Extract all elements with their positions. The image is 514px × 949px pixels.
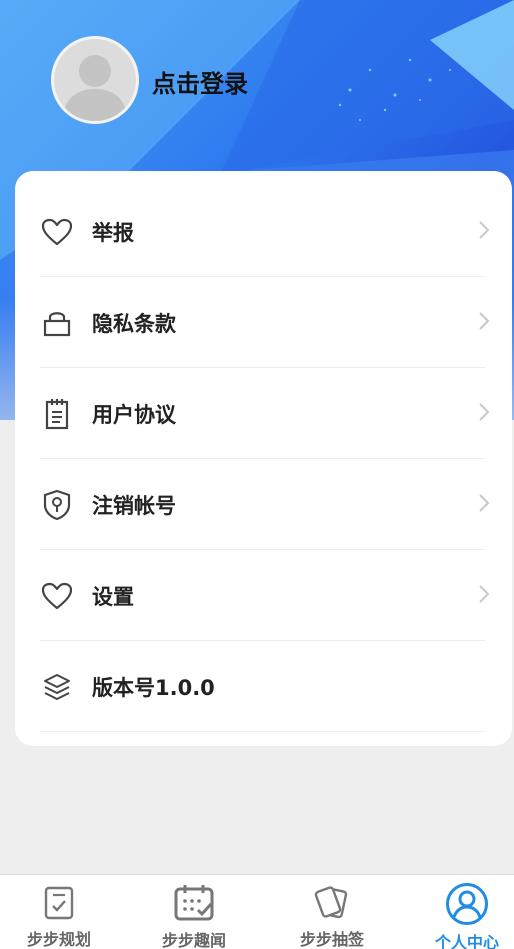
menu-item-label: 举报 <box>92 220 134 245</box>
chevron-right-icon <box>478 311 490 335</box>
default-user-icon <box>62 55 128 121</box>
clipboard-icon <box>40 397 74 431</box>
menu-item-label: 设置 <box>92 584 134 609</box>
divider <box>40 731 485 732</box>
menu-item-label: 隐私条款 <box>92 311 176 336</box>
bottom-tab-bar: 步步规划 步步趣闻 步步抽签 个人中心 <box>0 874 514 949</box>
user-circle-icon <box>445 883 489 925</box>
chevron-right-icon <box>478 402 490 426</box>
menu-card: 举报 隐私条款 用户协议 注销帐号 设置 版本号1.0.0 <box>15 171 512 746</box>
tab-label: 步步规划 <box>26 930 91 949</box>
menu-item-label: 注销帐号 <box>92 493 176 518</box>
menu-item-version: 版本号1.0.0 <box>40 641 485 732</box>
version-label: 版本号1.0.0 <box>92 675 215 700</box>
heart-icon <box>40 215 74 249</box>
chevron-right-icon <box>478 584 490 608</box>
chevron-right-icon <box>478 220 490 244</box>
tab-news[interactable]: 步步趣闻 <box>130 875 258 949</box>
lock-icon <box>40 306 74 340</box>
tab-profile[interactable]: 个人中心 <box>403 875 514 949</box>
checklist-icon <box>37 883 81 922</box>
menu-item-delete-account[interactable]: 注销帐号 <box>40 459 490 550</box>
menu-item-settings[interactable]: 设置 <box>40 550 490 641</box>
tab-label: 步步抽签 <box>299 930 364 949</box>
layers-icon <box>40 670 74 704</box>
avatar[interactable] <box>51 36 139 124</box>
menu-item-report[interactable]: 举报 <box>40 186 490 277</box>
menu-item-user-agreement[interactable]: 用户协议 <box>40 368 490 459</box>
tab-plan[interactable]: 步步规划 <box>0 875 123 949</box>
heart-icon <box>40 579 74 613</box>
login-link[interactable]: 点击登录 <box>152 64 248 99</box>
menu-item-privacy[interactable]: 隐私条款 <box>40 277 490 368</box>
shield-key-icon <box>40 488 74 522</box>
cards-icon <box>310 883 354 922</box>
tab-label: 步步趣闻 <box>161 931 226 949</box>
tab-draw[interactable]: 步步抽签 <box>268 875 396 949</box>
calendar-check-icon <box>172 883 216 923</box>
tab-label: 个人中心 <box>434 933 499 949</box>
menu-item-label: 用户协议 <box>92 402 176 427</box>
chevron-right-icon <box>478 493 490 517</box>
